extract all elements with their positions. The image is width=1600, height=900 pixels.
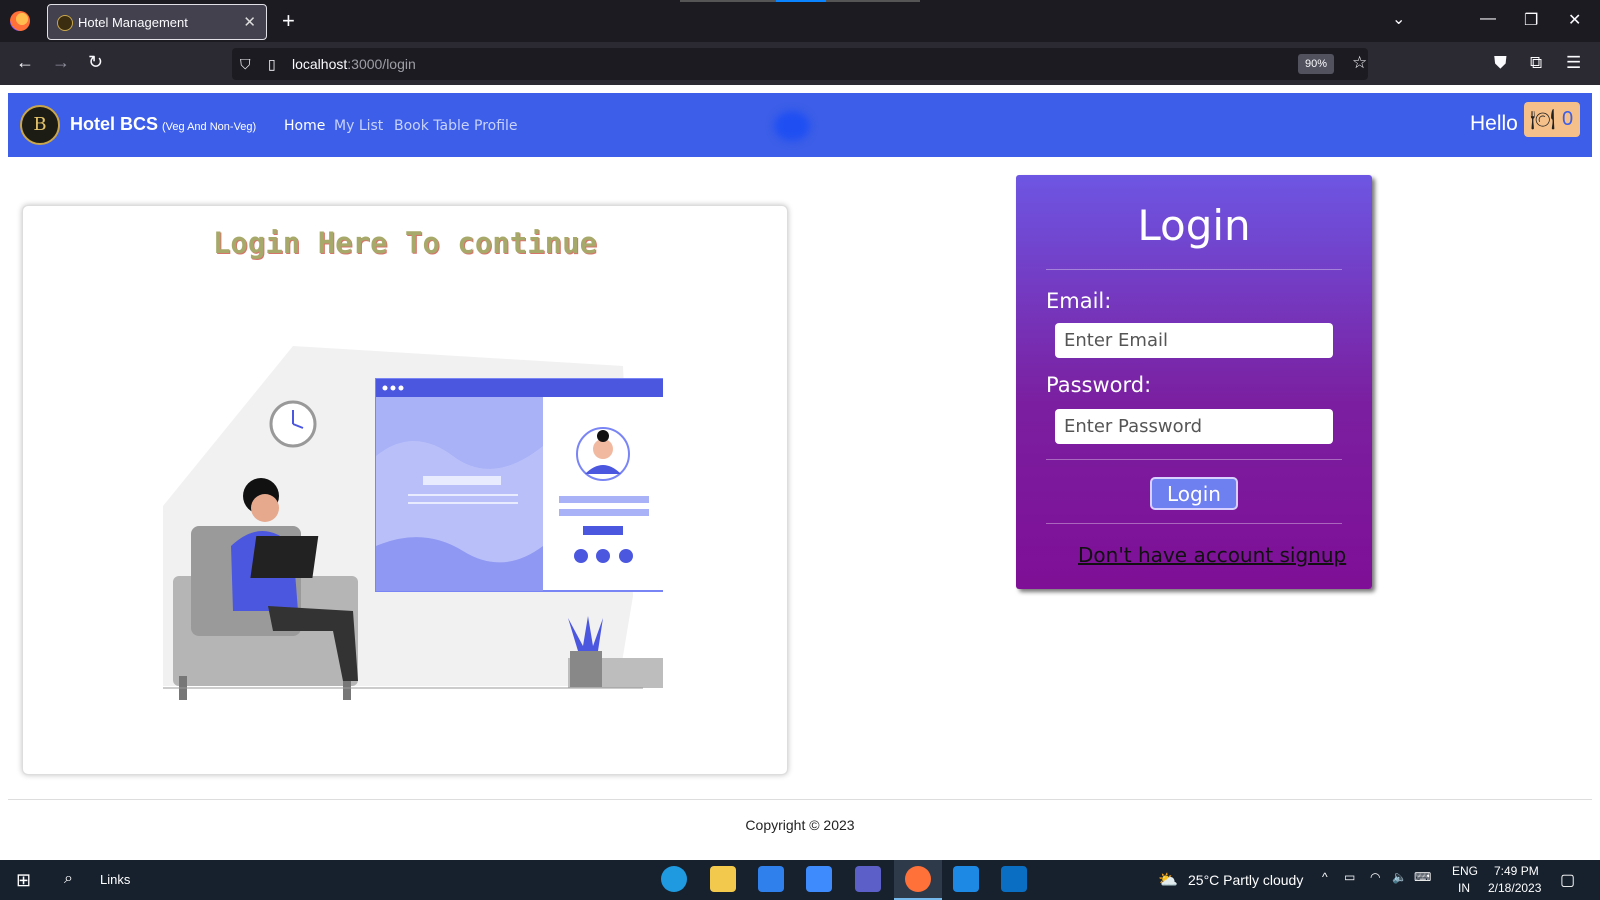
wifi-icon[interactable]: ◠: [1370, 870, 1380, 884]
signup-link[interactable]: Don't have account signup: [1078, 543, 1346, 567]
login-prompt-heading: Login Here To continue: [212, 226, 598, 260]
list-tabs-icon[interactable]: ⌄: [1392, 9, 1405, 29]
url-bar[interactable]: ⛉ ▯ localhost:3000/login 90% ☆: [232, 48, 1368, 80]
new-tab-icon[interactable]: +: [282, 8, 295, 34]
person-with-laptop-illustration: [163, 346, 663, 700]
order-count: 0: [1562, 108, 1574, 130]
search-icon[interactable]: ⌕: [64, 870, 73, 888]
login-button[interactable]: Login: [1150, 477, 1238, 510]
zoom-indicator[interactable]: 90%: [1298, 54, 1334, 74]
taskbar-search-label[interactable]: Links: [100, 872, 130, 887]
back-icon[interactable]: ←: [16, 52, 34, 73]
keyboard-icon[interactable]: ⌨: [1414, 870, 1431, 884]
nav-my-list[interactable]: My List: [334, 118, 383, 134]
password-label: Password:: [1046, 373, 1152, 397]
divider: [1046, 459, 1342, 460]
order-button[interactable]: 🍽 0: [1524, 102, 1580, 137]
cursor-highlight: [774, 111, 810, 141]
mail-icon[interactable]: [758, 866, 784, 892]
footer-divider: [8, 799, 1592, 800]
forward-icon[interactable]: →: [52, 52, 70, 73]
browser-tab[interactable]: Hotel Management ✕: [47, 4, 267, 40]
brand-name[interactable]: Hotel BCS (Veg And Non-Veg): [70, 114, 256, 135]
password-field[interactable]: [1055, 409, 1333, 444]
email-label: Email:: [1046, 289, 1112, 313]
browser-tab-strip: Hotel Management ✕ + ⌄ — ❐ ✕: [0, 0, 1600, 42]
vscode-icon[interactable]: [1001, 866, 1027, 892]
notifications-icon[interactable]: ▢: [1560, 870, 1575, 890]
weather-text[interactable]: 25°C Partly cloudy: [1188, 872, 1303, 888]
pocket-icon[interactable]: ⛊: [1494, 53, 1507, 73]
close-tab-icon[interactable]: ✕: [243, 13, 256, 31]
firefox-icon[interactable]: [10, 11, 30, 31]
login-form-card: Login Email: Password: Login Don't have …: [1016, 175, 1372, 589]
clock-time[interactable]: 7:49 PM: [1494, 864, 1539, 878]
menu-icon[interactable]: ☰: [1566, 53, 1581, 73]
app-navbar: B Hotel BCS (Veg And Non-Veg) Home My Lis…: [8, 93, 1592, 157]
dish-icon: 🍽: [1530, 109, 1556, 131]
bookmark-star-icon[interactable]: ☆: [1352, 53, 1367, 73]
minimize-icon[interactable]: —: [1480, 10, 1496, 28]
battery-icon[interactable]: ▭: [1344, 870, 1355, 884]
nav-book-table[interactable]: Book Table: [394, 118, 470, 134]
language-region[interactable]: IN: [1458, 881, 1470, 895]
copyright-text: Copyright © 2023: [745, 817, 855, 833]
weather-icon[interactable]: ⛅: [1158, 870, 1178, 890]
extensions-icon[interactable]: ⧉: [1530, 53, 1542, 73]
page-icon[interactable]: ▯: [268, 56, 276, 73]
web-page: B Hotel BCS (Veg And Non-Veg) Home My Lis…: [0, 85, 1600, 860]
nav-home[interactable]: Home: [284, 118, 325, 134]
edge-icon[interactable]: [661, 866, 687, 892]
firefox-taskbar-icon[interactable]: [905, 866, 931, 892]
clock-date[interactable]: 2/18/2023: [1488, 881, 1541, 895]
reload-icon[interactable]: ↻: [88, 52, 103, 73]
hotel-logo-icon[interactable]: B: [20, 105, 60, 145]
hello-greeting: Hello: [1470, 112, 1518, 135]
shield-icon[interactable]: ⛉: [240, 56, 251, 73]
tab-strip-indicator: [680, 0, 920, 2]
control-panel-icon[interactable]: [953, 866, 979, 892]
store-icon[interactable]: [806, 866, 832, 892]
nav-profile[interactable]: Profile: [474, 118, 518, 134]
language-code[interactable]: ENG: [1452, 864, 1478, 878]
volume-icon[interactable]: 🔈: [1392, 870, 1407, 884]
windows-start-icon[interactable]: ⊞: [16, 870, 31, 891]
close-window-icon[interactable]: ✕: [1568, 10, 1581, 30]
chevron-up-icon[interactable]: ^: [1322, 870, 1328, 884]
site-favicon-icon: [57, 15, 73, 31]
file-explorer-icon[interactable]: [710, 866, 736, 892]
login-title: Login: [1137, 201, 1251, 250]
email-field[interactable]: [1055, 323, 1333, 358]
app-icon[interactable]: [855, 866, 881, 892]
divider: [1046, 523, 1342, 524]
url-text[interactable]: localhost:3000/login: [292, 56, 416, 72]
tab-title: Hotel Management: [78, 15, 188, 30]
windows-taskbar: ⊞ ⌕ Links ⛅ 25°C Partly cloudy ^ ▭ ◠ 🔈 ⌨…: [0, 860, 1600, 900]
illustration-card: Login Here To continue: [22, 205, 788, 775]
brand-subtitle: (Veg And Non-Veg): [162, 121, 257, 133]
divider: [1046, 269, 1342, 270]
restore-icon[interactable]: ❐: [1524, 10, 1538, 30]
